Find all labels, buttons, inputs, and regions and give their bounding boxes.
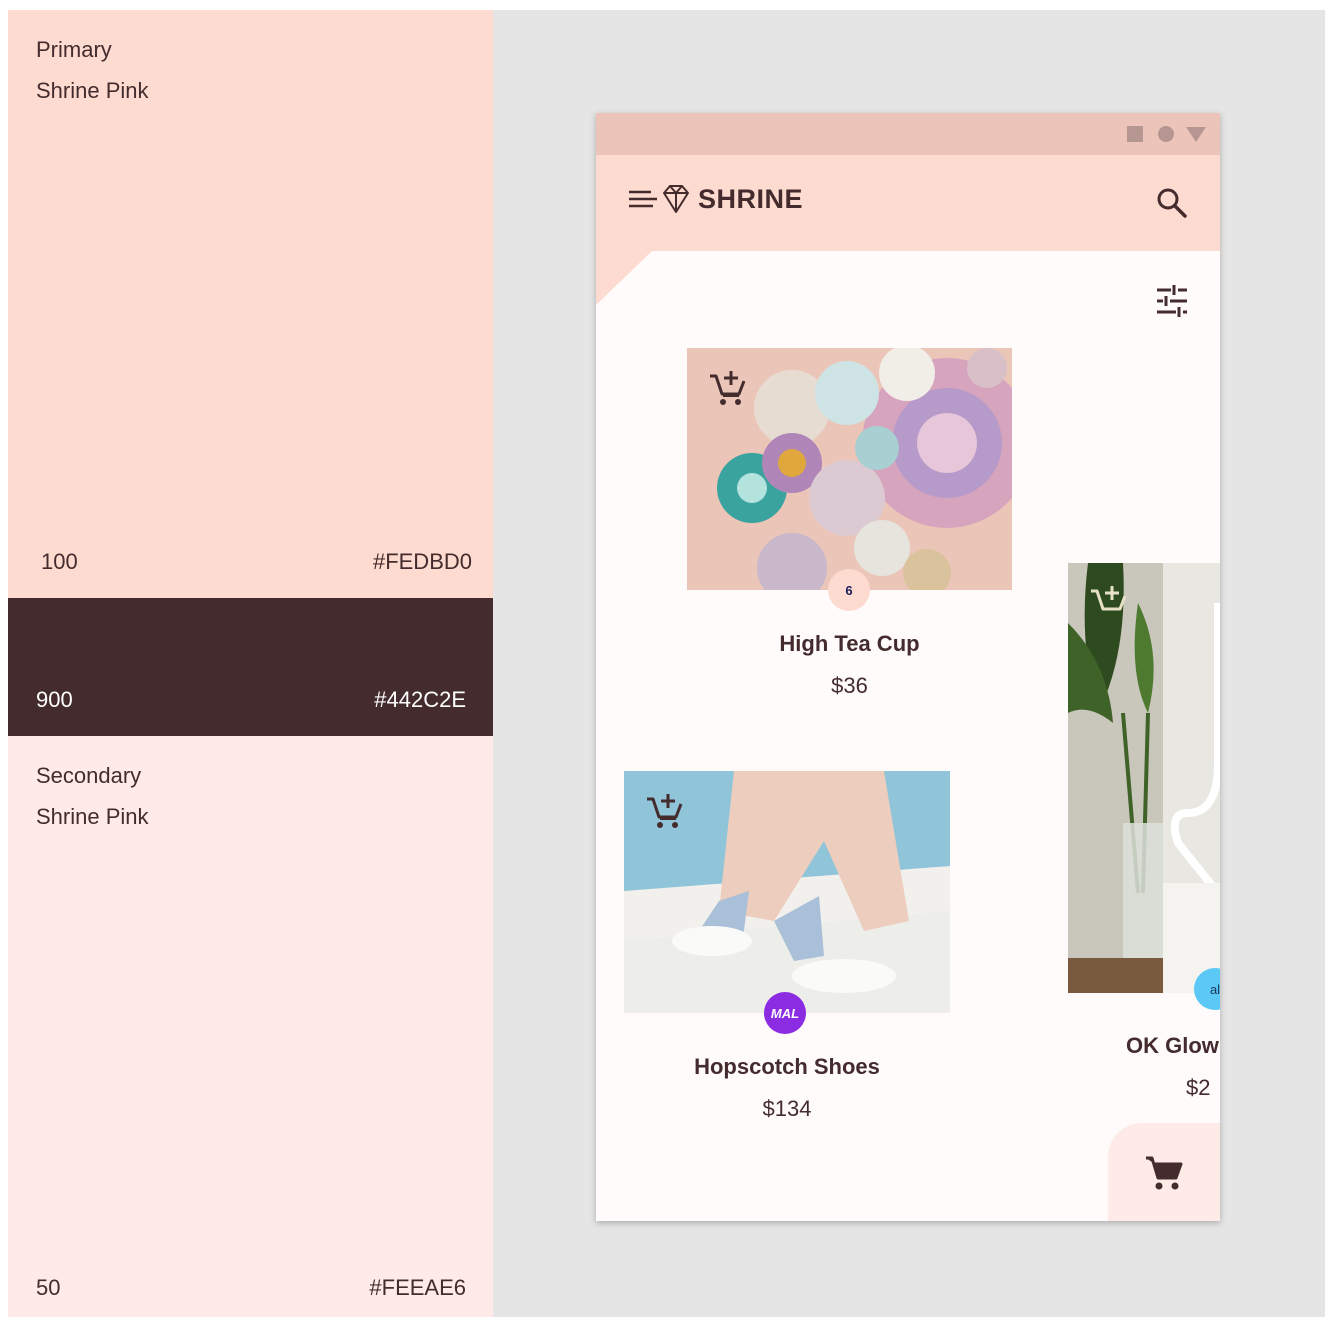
primary-subtitle: Shrine Pink <box>36 78 149 103</box>
app-bar: SHRINE <box>596 155 1220 251</box>
product-price: $2 <box>1186 1075 1211 1100</box>
product-image[interactable] <box>1068 563 1220 993</box>
secondary-shade: 50 <box>36 1275 61 1300</box>
circle-icon <box>1158 126 1174 142</box>
diamond-logo-icon <box>663 185 689 213</box>
add-to-cart-icon[interactable] <box>1088 583 1128 623</box>
tune-icon[interactable] <box>1154 283 1190 319</box>
triangle-icon <box>1186 127 1206 142</box>
secondary-swatch: Secondary Shrine Pink 50 #FEEAE6 <box>8 736 493 1317</box>
primary-shade: 100 <box>41 549 78 574</box>
search-icon[interactable] <box>1154 185 1190 221</box>
secondary-hex: #FEEAE6 <box>369 1275 466 1300</box>
secondary-title: Secondary <box>36 763 142 788</box>
status-bar <box>596 113 1220 155</box>
product-name: High Tea Cup <box>779 631 920 656</box>
app-title: SHRINE <box>698 183 804 214</box>
cart-button[interactable] <box>1108 1123 1220 1221</box>
lamp-photo <box>1068 563 1220 993</box>
product-price: $36 <box>831 673 868 698</box>
dark-swatch: 900 #442C2E <box>8 598 493 736</box>
vendor-badge: MAL <box>764 992 806 1034</box>
dark-hex: #442C2E <box>374 687 466 712</box>
primary-title: Primary <box>36 37 112 62</box>
shopping-cart-icon[interactable] <box>1144 1153 1184 1193</box>
primary-swatch: Primary Shrine Pink 100 #FEDBD0 <box>8 10 493 598</box>
product-price: $134 <box>762 1096 812 1121</box>
add-to-cart-icon[interactable] <box>644 791 684 831</box>
brand[interactable]: SHRINE <box>628 183 803 215</box>
phone-screen: SHRINE 6 High Tea Cup $36 MAL Hopscotch … <box>596 113 1220 1221</box>
add-to-cart-icon[interactable] <box>707 368 747 408</box>
product-name: OK Glow <box>1126 1033 1219 1058</box>
primary-hex: #FEDBD0 <box>372 549 472 574</box>
color-palette: Primary Shrine Pink 100 #FEDBD0 900 #442… <box>8 10 493 1317</box>
square-icon <box>1127 126 1143 142</box>
dark-shade: 900 <box>36 687 73 712</box>
vendor-badge: 6 <box>828 569 870 611</box>
product-name: Hopscotch Shoes <box>694 1054 880 1079</box>
secondary-subtitle: Shrine Pink <box>36 804 149 829</box>
menu-icon[interactable] <box>628 187 660 211</box>
